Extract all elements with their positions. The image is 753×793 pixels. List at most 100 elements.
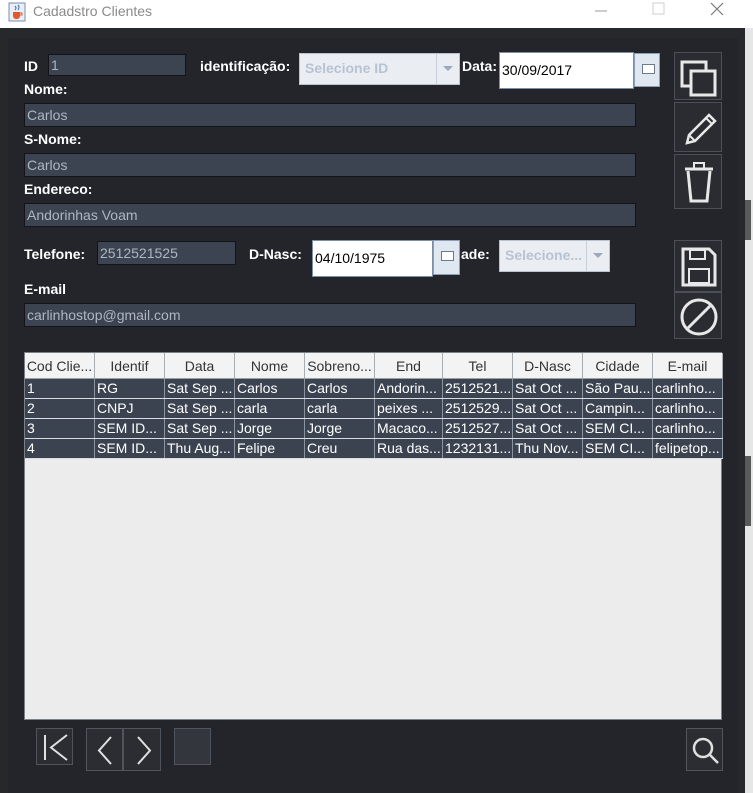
snome-field[interactable]: Carlos (24, 153, 636, 177)
first-button[interactable] (36, 728, 73, 765)
table-row[interactable]: 3 SEM ID... Sat Sep ... Jorge Jorge Macaco...… (25, 419, 723, 439)
table-cell: Macaco... (375, 419, 443, 438)
table-cell: Rua das... (375, 439, 443, 458)
dnasc-field[interactable]: 04/10/1975 (312, 240, 433, 277)
identificacao-select[interactable]: Selecione ID (299, 53, 460, 85)
table-cell: peixes ... (375, 399, 443, 418)
telefone-label: Telefone: (24, 246, 86, 262)
delete-button[interactable] (674, 154, 722, 209)
table-cell: Jorge (305, 419, 375, 438)
last-button[interactable] (174, 728, 211, 765)
column-header[interactable]: Cidade (583, 353, 653, 378)
data-field-value: 30/09/2017 (502, 62, 573, 78)
edge-mark (745, 456, 751, 526)
column-header[interactable]: Cod Clie... (25, 353, 95, 378)
email-field[interactable]: carlinhostop@gmail.com (24, 303, 636, 327)
close-button[interactable] (694, 0, 740, 28)
table-cell: Felipe (235, 439, 305, 458)
next-button[interactable] (123, 728, 161, 771)
save-button[interactable] (674, 240, 722, 292)
table-cell: Sat Sep ... (165, 399, 235, 418)
table-header: Cod Clie... Identif Data Nome Sobreno... End T… (25, 353, 723, 379)
table-cell: Carlos (305, 379, 375, 398)
column-header[interactable]: E-mail (653, 353, 723, 378)
chevron-down-icon[interactable] (436, 54, 459, 84)
table-cell: Thu Aug... (165, 439, 235, 458)
column-header[interactable]: Identif (95, 353, 165, 378)
cancel-button[interactable] (674, 292, 722, 339)
data-calendar-button[interactable] (634, 53, 660, 87)
data-field[interactable]: 30/09/2017 (499, 52, 634, 89)
nome-label: Nome: (24, 81, 68, 97)
table-cell: carla (305, 399, 375, 418)
identificacao-select-value: Selecione ID (305, 60, 389, 76)
cidade-select-value: Selecione... (505, 247, 583, 263)
table-cell: 4 (25, 439, 95, 458)
table-row[interactable]: 4 SEM ID... Thu Aug... Felipe Creu Rua das...… (25, 439, 723, 459)
table-row[interactable]: 1 RG Sat Sep ... Carlos Carlos Andorin... 2512… (25, 379, 723, 399)
minimize-button[interactable] (578, 0, 624, 28)
table-cell: Andorin... (375, 379, 443, 398)
maximize-icon (652, 2, 665, 15)
nome-field[interactable]: Carlos (24, 103, 636, 127)
telefone-field[interactable]: 2512521525 (97, 241, 236, 265)
table-row[interactable]: 2 CNPJ Sat Sep ... carla carla peixes ... 2512… (25, 399, 723, 419)
table-cell: felipetop... (653, 439, 723, 458)
maximize-button[interactable] (635, 0, 681, 28)
table-cell: 1232131... (445, 439, 513, 458)
table-cell: Sat Sep ... (165, 419, 235, 438)
close-icon (710, 2, 724, 16)
cancel-icon (680, 298, 718, 336)
table-cell: São Pau... (583, 379, 653, 398)
next-icon (137, 736, 152, 765)
table-cell: RG (95, 379, 165, 398)
java-cup-icon (8, 2, 26, 22)
previous-icon (97, 736, 112, 765)
table-cell: 3 (25, 419, 95, 438)
table-cell: Sat Oct ... (513, 399, 583, 418)
table-cell: carla (235, 399, 305, 418)
column-header[interactable]: Sobreno... (305, 353, 375, 378)
column-header[interactable]: Nome (235, 353, 305, 378)
table-cell: Jorge (235, 419, 305, 438)
title-bar: Cadadstro Clientes (0, 0, 753, 28)
table-cell: 1 (25, 379, 95, 398)
cidade-label: ade: (461, 246, 490, 262)
copy-icon (680, 60, 717, 97)
dnasc-field-value: 04/10/1975 (315, 250, 386, 266)
column-header[interactable]: D-Nasc (513, 353, 583, 378)
cidade-select[interactable]: Selecione... (499, 240, 610, 272)
save-floppy-icon (681, 247, 717, 287)
column-header[interactable]: Tel (443, 353, 513, 378)
search-button[interactable] (686, 728, 723, 771)
table-cell: CNPJ (95, 399, 165, 418)
table-cell: Sat Oct ... (513, 419, 583, 438)
table-cell: carlinho... (653, 399, 723, 418)
dnasc-calendar-button[interactable] (433, 240, 460, 275)
first-icon (44, 734, 68, 761)
previous-button[interactable] (86, 728, 123, 771)
column-header[interactable]: Data (165, 353, 235, 378)
endereco-label: Endereco: (24, 181, 93, 197)
id-field[interactable]: 1 (48, 54, 186, 76)
copy-button[interactable] (674, 52, 722, 100)
snome-label: S-Nome: (24, 131, 82, 147)
email-label: E-mail (24, 281, 67, 297)
table-cell: Sat Oct ... (513, 379, 583, 398)
endereco-field[interactable]: Andorinhas Voam (24, 203, 636, 227)
table-cell: Thu Nov... (513, 439, 583, 458)
identificacao-label: identificação: (200, 58, 291, 74)
search-icon (692, 737, 719, 764)
table-cell: carlinho... (653, 419, 723, 438)
clients-table[interactable]: Cod Clie... Identif Data Nome Sobreno... End T… (24, 352, 723, 720)
table-cell: Carlos (235, 379, 305, 398)
column-header[interactable]: End (375, 353, 443, 378)
table-cell: 2512529... (445, 399, 513, 418)
table-cell: SEM ID... (95, 419, 165, 438)
data-label: Data: (462, 58, 498, 74)
edit-button[interactable] (674, 102, 722, 152)
chevron-down-icon[interactable] (586, 241, 609, 271)
edge-mark (745, 200, 751, 240)
table-cell: 2 (25, 399, 95, 418)
table-cell: Creu (305, 439, 375, 458)
